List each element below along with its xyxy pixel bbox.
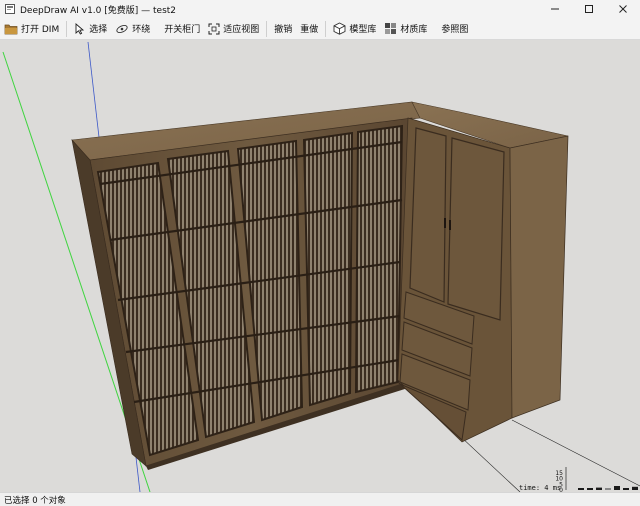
maximize-icon: [585, 5, 593, 13]
perf-bar: [587, 488, 593, 490]
model-library-label: 模型库: [349, 25, 377, 35]
minimize-icon: [551, 8, 559, 10]
orbit-tool-button[interactable]: 环绕: [111, 19, 154, 39]
folder-icon: [4, 24, 18, 34]
open-dim-label: 打开 DIM: [21, 25, 60, 35]
toolbar-divider: [325, 20, 327, 37]
redo-label: 重做: [300, 25, 319, 35]
door-handle: [444, 218, 446, 228]
toolbar-divider: [66, 20, 68, 37]
material-library-label: 材质库: [400, 25, 428, 35]
open-dim-button[interactable]: 打开 DIM: [0, 19, 63, 39]
cube-icon: [333, 22, 346, 35]
toggle-doors-button[interactable]: 开关柜门: [160, 19, 204, 39]
perf-bar: [596, 487, 602, 490]
tall-cabinet-door-right: [447, 137, 505, 321]
perf-bar: [614, 486, 620, 490]
tall-cabinet-side: [509, 135, 569, 419]
toggle-doors-label: 开关柜门: [164, 25, 201, 35]
wardrobe-3d-model: [2, 41, 640, 492]
material-library-button[interactable]: 材质库: [380, 19, 431, 39]
undo-label: 撤销: [274, 25, 293, 35]
cursor-icon: [75, 22, 85, 35]
orbit-icon: [116, 24, 128, 33]
material-grid-icon: [385, 23, 397, 34]
toolbar-divider: [266, 20, 268, 37]
selection-status: 已选择 0 个对象: [4, 495, 66, 506]
fit-view-label: 适应视图: [223, 25, 260, 35]
toolbar: 打开 DIM 选择 环绕 开关柜门 适应视图 撤销 重做 模型库 材质库 参照图: [0, 18, 640, 40]
title-bar: DeepDraw AI v1.0 [免费版] — test2: [0, 0, 640, 18]
maximize-button[interactable]: [572, 0, 606, 18]
reference-image-label: 参照图: [441, 25, 469, 35]
frame-time-label: time: 4 ms: [519, 484, 562, 492]
select-tool-label: 选择: [89, 25, 108, 35]
perf-bar: [623, 488, 629, 490]
3d-viewport[interactable]: 15 10 5 0 time: 4 ms: [0, 40, 640, 492]
undo-button[interactable]: 撤销: [270, 19, 296, 39]
status-bar: 已选择 0 个对象: [0, 492, 640, 506]
perf-bar: [632, 486, 638, 490]
minimize-button[interactable]: [538, 0, 572, 18]
reference-image-button[interactable]: 参照图: [437, 19, 472, 39]
perf-bar: [578, 488, 584, 490]
door-handle: [449, 220, 451, 230]
redo-button[interactable]: 重做: [296, 19, 322, 39]
tall-cabinet-door-left: [409, 127, 447, 303]
close-icon: [619, 5, 627, 13]
orbit-tool-label: 环绕: [132, 25, 151, 35]
app-icon: [5, 4, 15, 14]
model-library-button[interactable]: 模型库: [329, 19, 380, 39]
window-title: DeepDraw AI v1.0 [免费版] — test2: [20, 5, 177, 16]
fit-view-button[interactable]: 适应视图: [204, 19, 263, 39]
glass-door-5: [354, 124, 404, 394]
perf-bar: [605, 488, 611, 490]
fit-view-icon: [208, 23, 220, 34]
close-button[interactable]: [606, 0, 640, 18]
performance-overlay: 15 10 5 0 time: 4 ms: [518, 467, 640, 492]
select-tool-button[interactable]: 选择: [70, 19, 111, 39]
